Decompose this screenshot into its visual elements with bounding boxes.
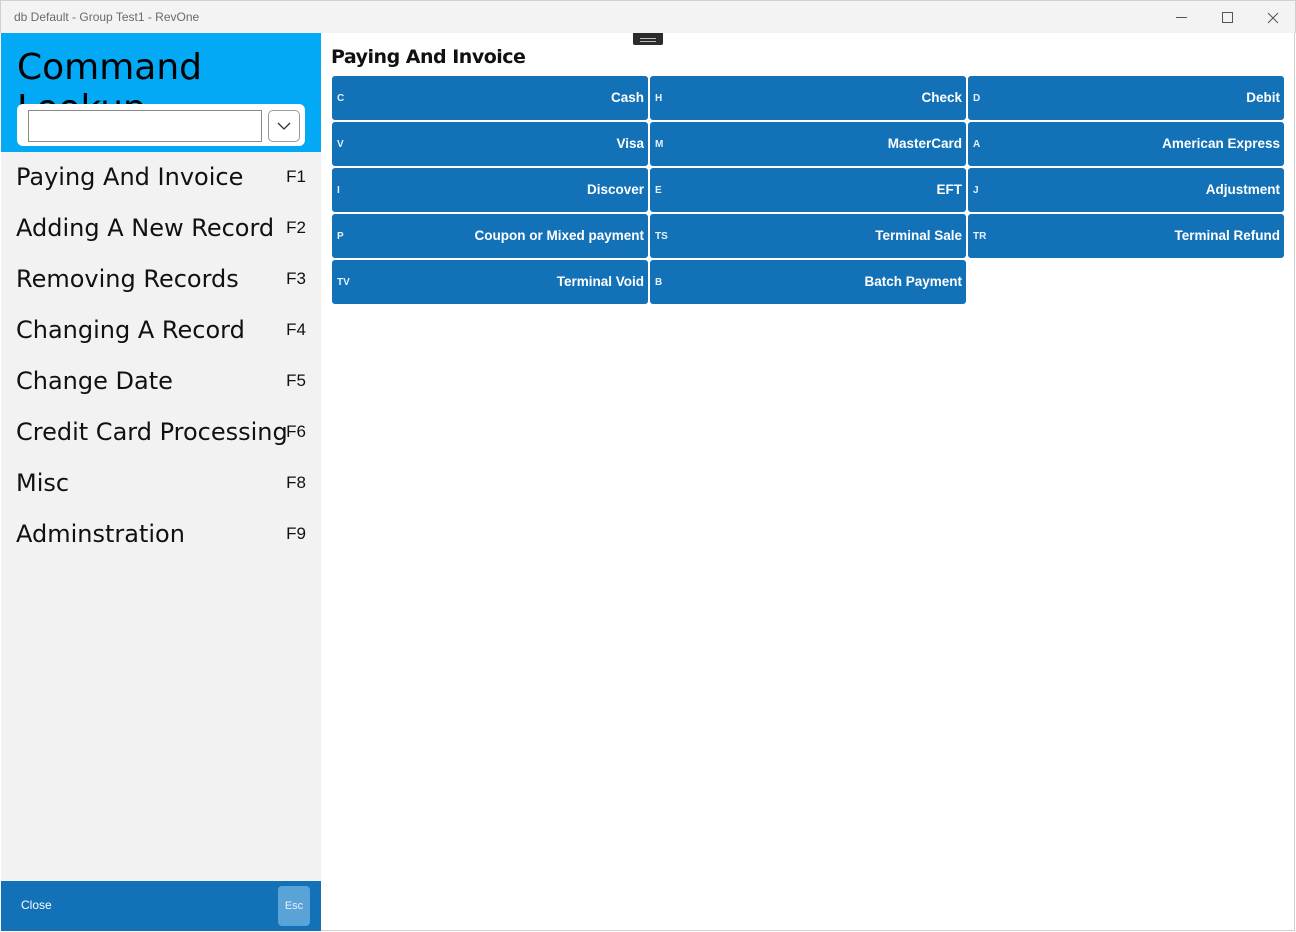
command-label: Terminal Void (556, 274, 644, 289)
command-category-list: Paying And Invoice F1 Adding A New Recor… (1, 152, 321, 560)
command-label: Adjustment (1205, 182, 1280, 197)
category-misc[interactable]: Misc F8 (1, 458, 321, 509)
window-title: db Default - Group Test1 - RevOne (14, 10, 200, 24)
command-button-coupon-or-mixed-payment[interactable]: P Coupon or Mixed payment (332, 214, 648, 258)
command-button-cash[interactable]: C Cash (332, 76, 648, 120)
category-adminstration[interactable]: Adminstration F9 (1, 509, 321, 560)
command-button-mastercard[interactable]: M MasterCard (650, 122, 966, 166)
command-key: E (655, 185, 662, 196)
category-adding-a-new-record[interactable]: Adding A New Record F2 (1, 203, 321, 254)
command-button-terminal-refund[interactable]: TR Terminal Refund (968, 214, 1284, 258)
sidebar-footer: Close Esc (1, 881, 321, 931)
maximize-button[interactable] (1204, 1, 1250, 34)
close-window-button[interactable] (1250, 1, 1296, 34)
command-lookup-header: Command Lookup (1, 33, 321, 152)
category-shortcut: F2 (286, 218, 306, 237)
command-search-input[interactable] (28, 110, 262, 142)
command-label: Check (921, 90, 962, 105)
category-label: Paying And Invoice (16, 163, 244, 191)
command-key: TS (655, 231, 668, 242)
close-button[interactable]: Close (21, 898, 52, 912)
command-button-batch-payment[interactable]: B Batch Payment (650, 260, 966, 304)
minimize-icon (1175, 17, 1187, 18)
command-sidebar: Command Lookup Paying And Invoice F1 Add… (1, 33, 321, 931)
command-button-visa[interactable]: V Visa (332, 122, 648, 166)
command-button-grid: C Cash H Check D Debit V Visa M MasterCa… (332, 76, 1284, 304)
command-label: Terminal Refund (1174, 228, 1280, 243)
command-button-terminal-void[interactable]: TV Terminal Void (332, 260, 648, 304)
category-shortcut: F4 (286, 320, 306, 339)
command-label: MasterCard (887, 136, 962, 151)
category-shortcut: F1 (286, 167, 306, 186)
command-dropdown-button[interactable] (268, 110, 300, 142)
command-key: TV (337, 277, 350, 288)
category-credit-card-processing[interactable]: Credit Card Processing F6 (1, 407, 321, 458)
command-button-american-express[interactable]: A American Express (968, 122, 1284, 166)
command-label: Discover (586, 182, 644, 197)
chevron-down-icon (277, 122, 291, 130)
command-label: Visa (616, 136, 644, 151)
category-shortcut: F3 (286, 269, 306, 288)
command-button-discover[interactable]: I Discover (332, 168, 648, 212)
category-change-date[interactable]: Change Date F5 (1, 356, 321, 407)
command-button-debit[interactable]: D Debit (968, 76, 1284, 120)
command-search-box (17, 104, 305, 146)
category-label: Removing Records (16, 265, 239, 293)
close-icon (1267, 12, 1279, 23)
command-button-check[interactable]: H Check (650, 76, 966, 120)
command-key: P (337, 231, 344, 242)
esc-button[interactable]: Esc (278, 886, 310, 926)
command-button-terminal-sale[interactable]: TS Terminal Sale (650, 214, 966, 258)
category-label: Misc (16, 469, 70, 497)
command-key: TR (973, 231, 987, 242)
category-label: Credit Card Processing (16, 418, 288, 446)
category-label: Change Date (16, 367, 173, 395)
category-label: Adding A New Record (16, 214, 275, 242)
category-shortcut: F5 (286, 371, 306, 390)
command-key: J (973, 185, 979, 196)
command-button-adjustment[interactable]: J Adjustment (968, 168, 1284, 212)
command-label: Batch Payment (864, 274, 962, 289)
command-button-eft[interactable]: E EFT (650, 168, 966, 212)
category-label: Adminstration (16, 520, 185, 548)
command-label: Debit (1246, 90, 1280, 105)
command-label: EFT (936, 182, 963, 197)
drag-handle[interactable] (633, 33, 663, 45)
command-key: A (973, 139, 981, 150)
minimize-button[interactable] (1158, 1, 1204, 34)
command-key: B (655, 277, 663, 288)
category-shortcut: F8 (286, 473, 306, 492)
command-key: H (655, 93, 663, 104)
category-shortcut: F9 (286, 524, 306, 543)
category-paying-and-invoice[interactable]: Paying And Invoice F1 (1, 152, 321, 203)
command-label: Cash (610, 90, 644, 105)
category-removing-records[interactable]: Removing Records F3 (1, 254, 321, 305)
command-key: C (337, 93, 345, 104)
title-bar: db Default - Group Test1 - RevOne (0, 0, 1296, 33)
command-key: D (973, 93, 981, 104)
section-title: Paying And Invoice (331, 46, 526, 68)
command-key: V (337, 139, 344, 150)
category-changing-a-record[interactable]: Changing A Record F4 (1, 305, 321, 356)
category-shortcut: F6 (286, 422, 306, 441)
maximize-icon (1221, 12, 1233, 23)
command-key: M (655, 139, 664, 150)
command-key: I (337, 185, 340, 196)
command-panel: Paying And Invoice C Cash H Check D Debi… (321, 33, 1295, 931)
category-label: Changing A Record (16, 316, 245, 344)
command-label: Coupon or Mixed payment (474, 228, 644, 243)
command-label: Terminal Sale (875, 228, 962, 243)
command-label: American Express (1162, 136, 1280, 151)
